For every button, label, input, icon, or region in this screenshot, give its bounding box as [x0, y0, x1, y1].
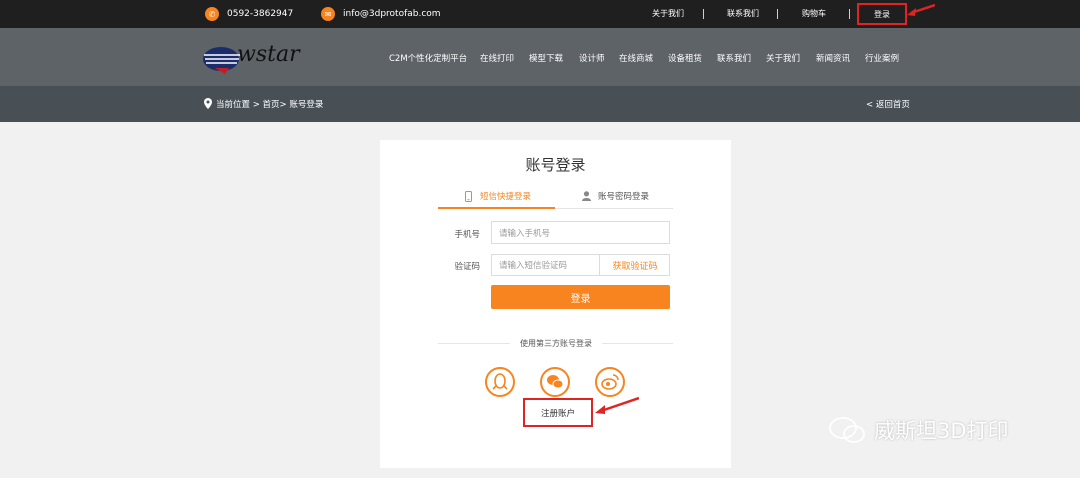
- nav-item-store[interactable]: 在线商城: [619, 52, 653, 64]
- top-link-about[interactable]: 关于我们: [652, 8, 684, 19]
- phone-contact: ✆ 0592-3862947: [205, 6, 293, 22]
- top-divider: [777, 9, 778, 19]
- phone-icon: ✆: [205, 7, 219, 21]
- tab-password-label: 账号密码登录: [598, 192, 650, 202]
- weibo-login-button[interactable]: [595, 367, 625, 397]
- weibo-icon: [601, 374, 619, 390]
- phone-input[interactable]: 请输入手机号: [491, 221, 670, 244]
- register-label: 注册账户: [540, 408, 575, 419]
- nav-item-c2m[interactable]: C2M个性化定制平台: [389, 52, 467, 64]
- active-tab-indicator: [438, 207, 555, 209]
- nav-item-rental[interactable]: 设备租赁: [668, 52, 702, 64]
- wechat-login-button[interactable]: [540, 367, 570, 397]
- qq-icon: [492, 373, 508, 390]
- nav-item-online-print[interactable]: 在线打印: [480, 52, 514, 64]
- watermark: 威斯坦3D打印: [828, 414, 1009, 446]
- nav-item-news[interactable]: 新闻资讯: [816, 52, 850, 64]
- user-icon: [582, 191, 591, 201]
- top-login-link[interactable]: 登录: [857, 3, 907, 25]
- watermark-text: 威斯坦3D打印: [874, 419, 1009, 443]
- mobile-phone-icon: [465, 190, 472, 202]
- nav-item-cases[interactable]: 行业案例: [865, 52, 899, 64]
- login-title: 账号登录: [525, 156, 586, 174]
- register-account-link[interactable]: 注册账户: [523, 398, 593, 427]
- top-link-contact[interactable]: 联系我们: [727, 8, 759, 19]
- location-pin-icon: [204, 98, 212, 109]
- phone-number: 0592-3862947: [227, 9, 294, 19]
- top-login-label: 登录: [874, 9, 890, 19]
- email-icon: ✉: [321, 7, 335, 21]
- site-logo[interactable]: wstar: [203, 40, 313, 76]
- back-home-link[interactable]: < 返回首页: [866, 98, 910, 110]
- login-submit-button[interactable]: 登录: [491, 285, 670, 309]
- breadcrumb: 当前位置 > 首页> 账号登录: [216, 100, 324, 110]
- tab-sms-login[interactable]: 短信快捷登录: [465, 190, 531, 202]
- tab-password-login[interactable]: 账号密码登录: [582, 190, 649, 202]
- phone-label: 手机号: [454, 230, 480, 240]
- qq-login-button[interactable]: [485, 367, 515, 397]
- nav-item-designer[interactable]: 设计师: [579, 52, 605, 64]
- get-code-button[interactable]: 获取验证码: [599, 254, 670, 276]
- top-divider: [849, 9, 850, 19]
- red-arrow-register: [595, 396, 639, 414]
- wechat-icon: [547, 375, 564, 389]
- email-contact: ✉ info@3dprotofab.com: [321, 6, 441, 22]
- email-address[interactable]: info@3dprotofab.com: [343, 9, 441, 19]
- code-label: 验证码: [454, 262, 480, 272]
- phone-placeholder: 请输入手机号: [499, 228, 551, 239]
- code-placeholder: 请输入短信验证码: [499, 261, 568, 271]
- nav-item-about[interactable]: 关于我们: [766, 52, 800, 64]
- nav-item-contact[interactable]: 联系我们: [717, 52, 751, 64]
- wechat-watermark-icon: [829, 417, 865, 443]
- logo-text: wstar: [237, 42, 300, 67]
- third-party-label: 使用第三方账号登录: [510, 338, 602, 349]
- red-arrow-login: [907, 3, 935, 16]
- tab-sms-label: 短信快捷登录: [480, 192, 532, 202]
- top-link-cart[interactable]: 购物车: [802, 8, 826, 19]
- breadcrumb-bar: [0, 86, 1080, 122]
- top-divider: [703, 9, 704, 19]
- nav-item-model-download[interactable]: 模型下载: [529, 52, 563, 64]
